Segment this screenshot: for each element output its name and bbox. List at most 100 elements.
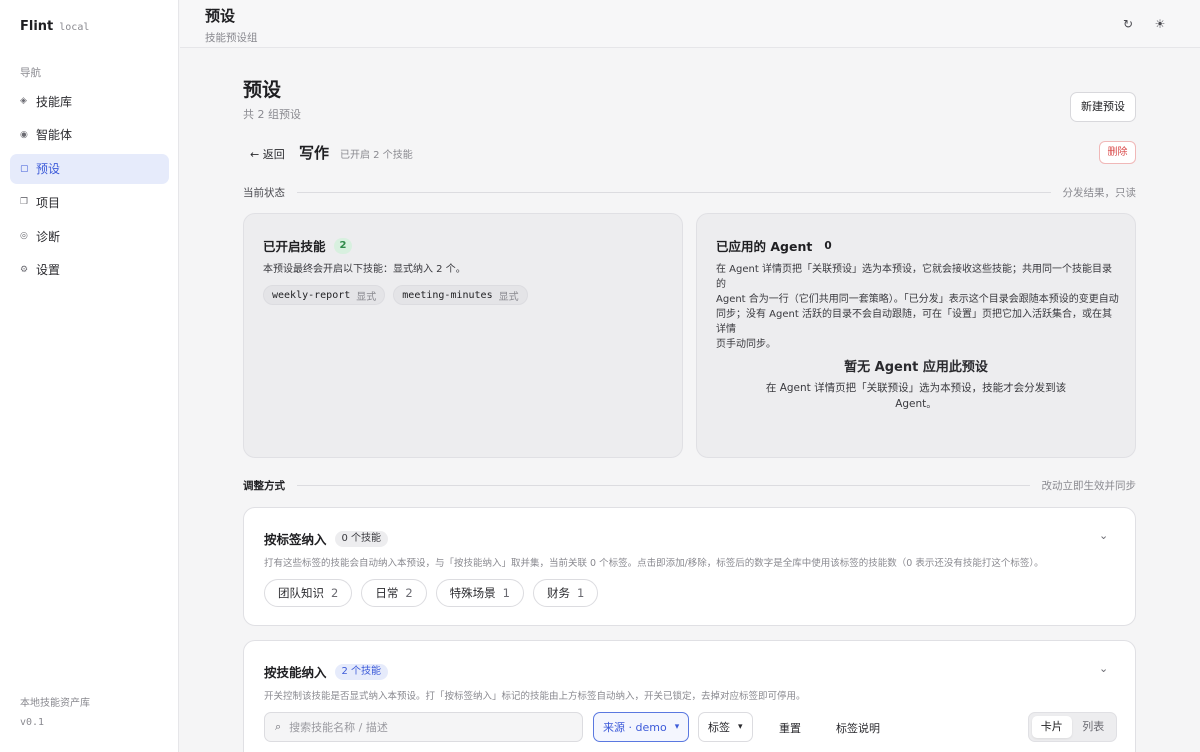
skill-tag: 显式 (356, 291, 377, 303)
skill-chips: weekly-report 显式 meeting-minutes 显式 (263, 285, 528, 305)
tag-button[interactable]: 财务 1 (532, 579, 599, 607)
card-title: 已应用的 Agent 0 (716, 236, 832, 255)
sidebar-item-label: 智能体 (36, 128, 73, 143)
square-icon: ▢ (20, 163, 29, 174)
by-skill-title: 按技能纳入 (264, 665, 327, 680)
sidebar-item-settings[interactable]: ⚙ 设置 (10, 255, 169, 285)
applied-count: 0 (824, 239, 832, 252)
skill-chip[interactable]: weekly-report 显式 (263, 285, 386, 305)
applied-agents-card: 已应用的 Agent 0 在 Agent 详情页把「关联预设」选为本预设，它就会… (696, 213, 1136, 458)
sidebar-nav: ◈ 技能库 ◉ 智能体 ▢ 预设 ❐ 项目 ◎ 诊断 ⚙ 设置 (10, 86, 169, 289)
sidebar: Flint local 导航 ◈ 技能库 ◉ 智能体 ▢ 预设 ❐ 项目 ◎ 诊… (0, 0, 179, 752)
tag-button[interactable]: 团队知识 2 (264, 579, 353, 607)
view-list-button[interactable]: 列表 (1074, 716, 1114, 738)
back-link[interactable]: ← 返回 (250, 146, 285, 162)
enabled-skills-title: 已开启技能 (263, 239, 326, 254)
by-skill-desc: 开关控制该技能是否显式纳入本预设。打「按标签纳入」标记的技能由上方标签自动纳入，… (264, 691, 806, 702)
by-tag-title: 按标签纳入 (264, 532, 327, 547)
skill-tag: 显式 (498, 291, 519, 303)
panel-title: 按技能纳入 2 个技能 (264, 662, 389, 681)
desc-line: 同步；没有 Agent 活跃的目录不会自动跟随，可在「设置」页把它加入活跃集合，… (716, 309, 1112, 335)
topbar-subtitle: 技能预设组 (205, 32, 258, 44)
tag-help-button[interactable]: 标签说明 (836, 720, 880, 736)
folder-icon: ❐ (20, 197, 29, 208)
sidebar-item-label: 设置 (36, 263, 61, 278)
sidebar-item-skills[interactable]: ◈ 技能库 (10, 86, 169, 116)
tag-list: 团队知识 2 日常 2 特殊场景 1 财务 1 (264, 579, 599, 607)
tag-count: 1 (502, 586, 510, 600)
section-note: 改动立即生效并同步 (1041, 479, 1137, 492)
applied-agents-title: 已应用的 Agent (716, 239, 813, 254)
divider-line (297, 484, 1030, 486)
reset-button[interactable]: 重置 (779, 720, 801, 736)
preset-meta: 已开启 2 个技能 (340, 150, 413, 161)
gear-icon: ⚙ (20, 264, 29, 275)
delete-button[interactable]: 删除 (1099, 141, 1136, 164)
sidebar-item-presets[interactable]: ▢ 预设 (10, 153, 169, 184)
footer-label: 本地技能资产库 (20, 698, 90, 709)
preset-count: 共 2 组预设 (243, 108, 301, 121)
search-box[interactable]: ⌕ (264, 712, 583, 742)
by-skill-count-badge: 2 个技能 (334, 663, 389, 680)
skill-chip[interactable]: meeting-minutes 显式 (393, 285, 528, 305)
desc-line: Agent 合为一行（它们共用同一套策略）。「已分发」表示这个目录会跟随本预设的… (716, 294, 1119, 305)
target-icon: ◎ (20, 231, 28, 242)
page-title: 预设 (243, 79, 282, 101)
by-tag-panel: 按标签纳入 0 个技能 ⌄ 打有这些标签的技能会自动纳入本预设，与「按技能纳入」… (243, 507, 1136, 626)
chevron-down-icon: ▾ (674, 722, 680, 732)
enabled-skills-desc: 本预设最终会开启以下技能：显式纳入 2 个。 (263, 264, 466, 275)
brand[interactable]: Flint local (20, 19, 89, 34)
source-select-label: 来源 · demo (603, 721, 667, 734)
skill-name: meeting-minutes (402, 289, 493, 301)
view-card-button[interactable]: 卡片 (1032, 716, 1072, 738)
topbar-title: 预设 (205, 7, 236, 25)
skill-toolbar: ⌕ 来源 · demo ▾ 标签 ▾ 重置 标签说明 卡片 列表 (264, 711, 1117, 743)
nav-heading: 导航 (20, 67, 41, 79)
search-input[interactable] (289, 720, 560, 734)
sidebar-item-agents[interactable]: ◉ 智能体 (10, 120, 169, 150)
theme-toggle-icon[interactable]: ☀ (1150, 14, 1170, 34)
current-state-divider: 当前状态 分发结果，只读 (243, 185, 1136, 199)
desc-line: 页手动同步。 (716, 339, 776, 350)
agent-icon: ◉ (20, 129, 28, 140)
card-title: 已开启技能 2 (263, 236, 353, 255)
view-toggle: 卡片 列表 (1028, 712, 1117, 742)
diamond-icon: ◈ (20, 96, 27, 106)
refresh-icon[interactable]: ↻ (1118, 14, 1138, 34)
panel-title: 按标签纳入 0 个技能 (264, 529, 389, 548)
section-label: 当前状态 (243, 186, 285, 199)
version-label: v0.1 (20, 717, 45, 728)
source-select[interactable]: 来源 · demo ▾ (593, 712, 690, 742)
tag-count: 1 (576, 586, 585, 600)
divider-line (297, 191, 1051, 193)
topbar: 预设 技能预设组 ↻ ☀ (180, 0, 1200, 48)
desc-line: 在 Agent 详情页把「关联预设」选为本预设，它就会接收这些技能；共用同一个技… (716, 264, 1112, 290)
tag-count: 2 (405, 586, 413, 600)
tag-label: 团队知识 (278, 586, 324, 600)
sidebar-item-projects[interactable]: ❐ 项目 (10, 187, 169, 217)
tag-button[interactable]: 日常 2 (361, 579, 427, 607)
app-name: Flint (20, 19, 54, 34)
chevron-down-icon[interactable]: ⌄ (1099, 529, 1108, 542)
search-icon: ⌕ (275, 720, 282, 733)
empty-state-desc: 在 Agent 详情页把「关联预设」选为本预设，技能才会分发到该 Agent。 (765, 382, 1067, 410)
tag-button[interactable]: 特殊场景 1 (435, 579, 524, 607)
tag-select[interactable]: 标签 ▾ (698, 712, 753, 742)
tag-count: 2 (331, 586, 339, 600)
tag-label: 特殊场景 (449, 586, 496, 600)
enabled-skills-card: 已开启技能 2 本预设最终会开启以下技能：显式纳入 2 个。 weekly-re… (243, 213, 683, 458)
sidebar-item-label: 诊断 (36, 229, 61, 244)
sidebar-item-label: 预设 (36, 162, 61, 177)
applied-agents-desc: 在 Agent 详情页把「关联预设」选为本预设，它就会接收这些技能；共用同一个技… (716, 262, 1121, 352)
chevron-down-icon[interactable]: ⌄ (1099, 662, 1108, 675)
section-label: 调整方式 (243, 479, 285, 492)
by-skill-panel: 按技能纳入 2 个技能 ⌄ 开关控制该技能是否显式纳入本预设。打「按标签纳入」标… (243, 640, 1136, 752)
sidebar-item-label: 项目 (36, 195, 61, 210)
new-preset-button[interactable]: 新建预设 (1070, 92, 1136, 122)
enabled-count-badge: 2 (333, 237, 353, 254)
tag-label: 财务 (546, 586, 570, 600)
main-content: 预设 共 2 组预设 新建预设 ← 返回 写作 已开启 2 个技能 删除 当前状… (180, 49, 1200, 752)
sidebar-item-diagnostics[interactable]: ◎ 诊断 (10, 221, 169, 251)
sidebar-footer: 本地技能资产库 v0.1 (20, 694, 90, 732)
tag-label: 日常 (375, 586, 399, 600)
